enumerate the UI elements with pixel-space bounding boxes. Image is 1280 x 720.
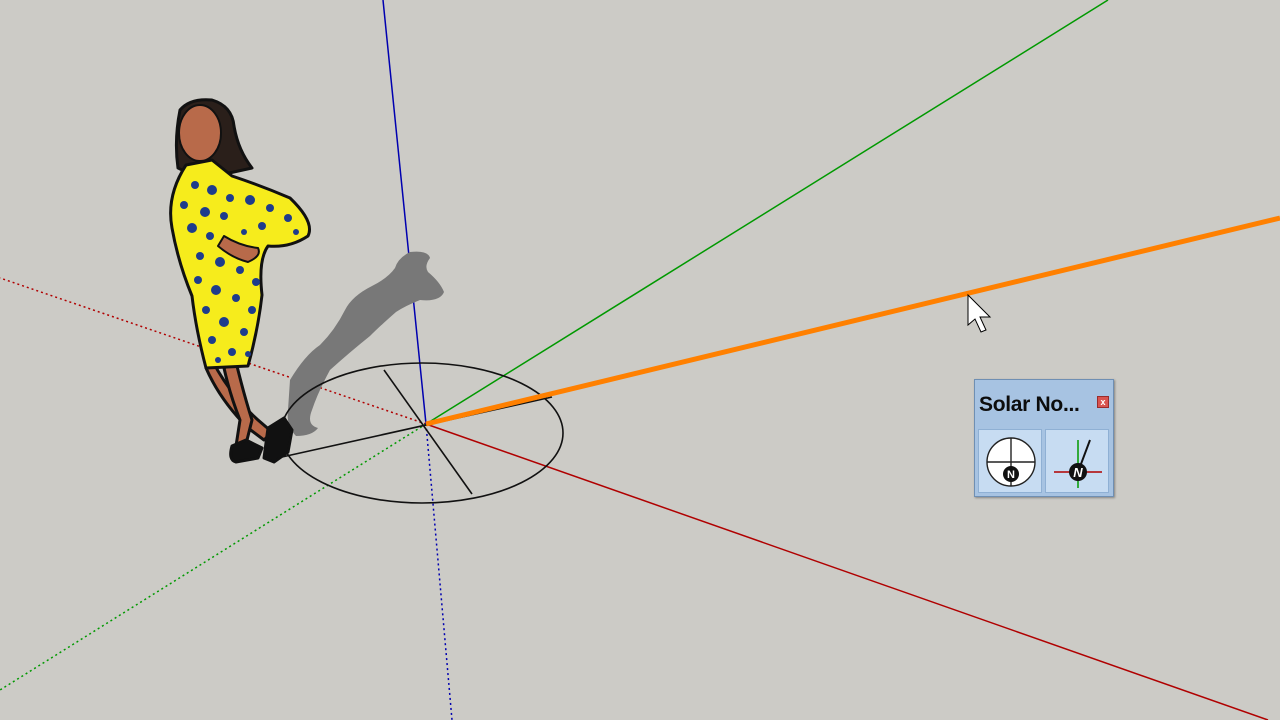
toolbar-title: Solar No... [979, 393, 1080, 416]
toggle-north-arrow-button[interactable]: N [978, 429, 1042, 493]
blue-axis-negative [425, 423, 453, 720]
green-axis-negative [0, 423, 427, 691]
red-axis [425, 423, 1269, 720]
figure-shadow [287, 251, 444, 436]
set-north-tool-icon: N [1054, 439, 1102, 488]
blue-axis [382, 0, 427, 425]
north-tool-n-glyph: N [1073, 465, 1083, 480]
toggle-north-arrow-icon: N [986, 437, 1036, 487]
solar-north-line[interactable] [425, 215, 1280, 427]
green-axis [425, 0, 1109, 425]
mouse-cursor-icon [967, 293, 992, 333]
3d-viewport[interactable] [0, 0, 1280, 720]
toolbar-close-button[interactable]: x [1097, 396, 1109, 408]
set-north-tool-button[interactable]: N [1045, 429, 1109, 493]
compass-n-glyph: N [1007, 469, 1015, 481]
solar-north-toolbar: Solar No... x N N [974, 379, 1114, 497]
